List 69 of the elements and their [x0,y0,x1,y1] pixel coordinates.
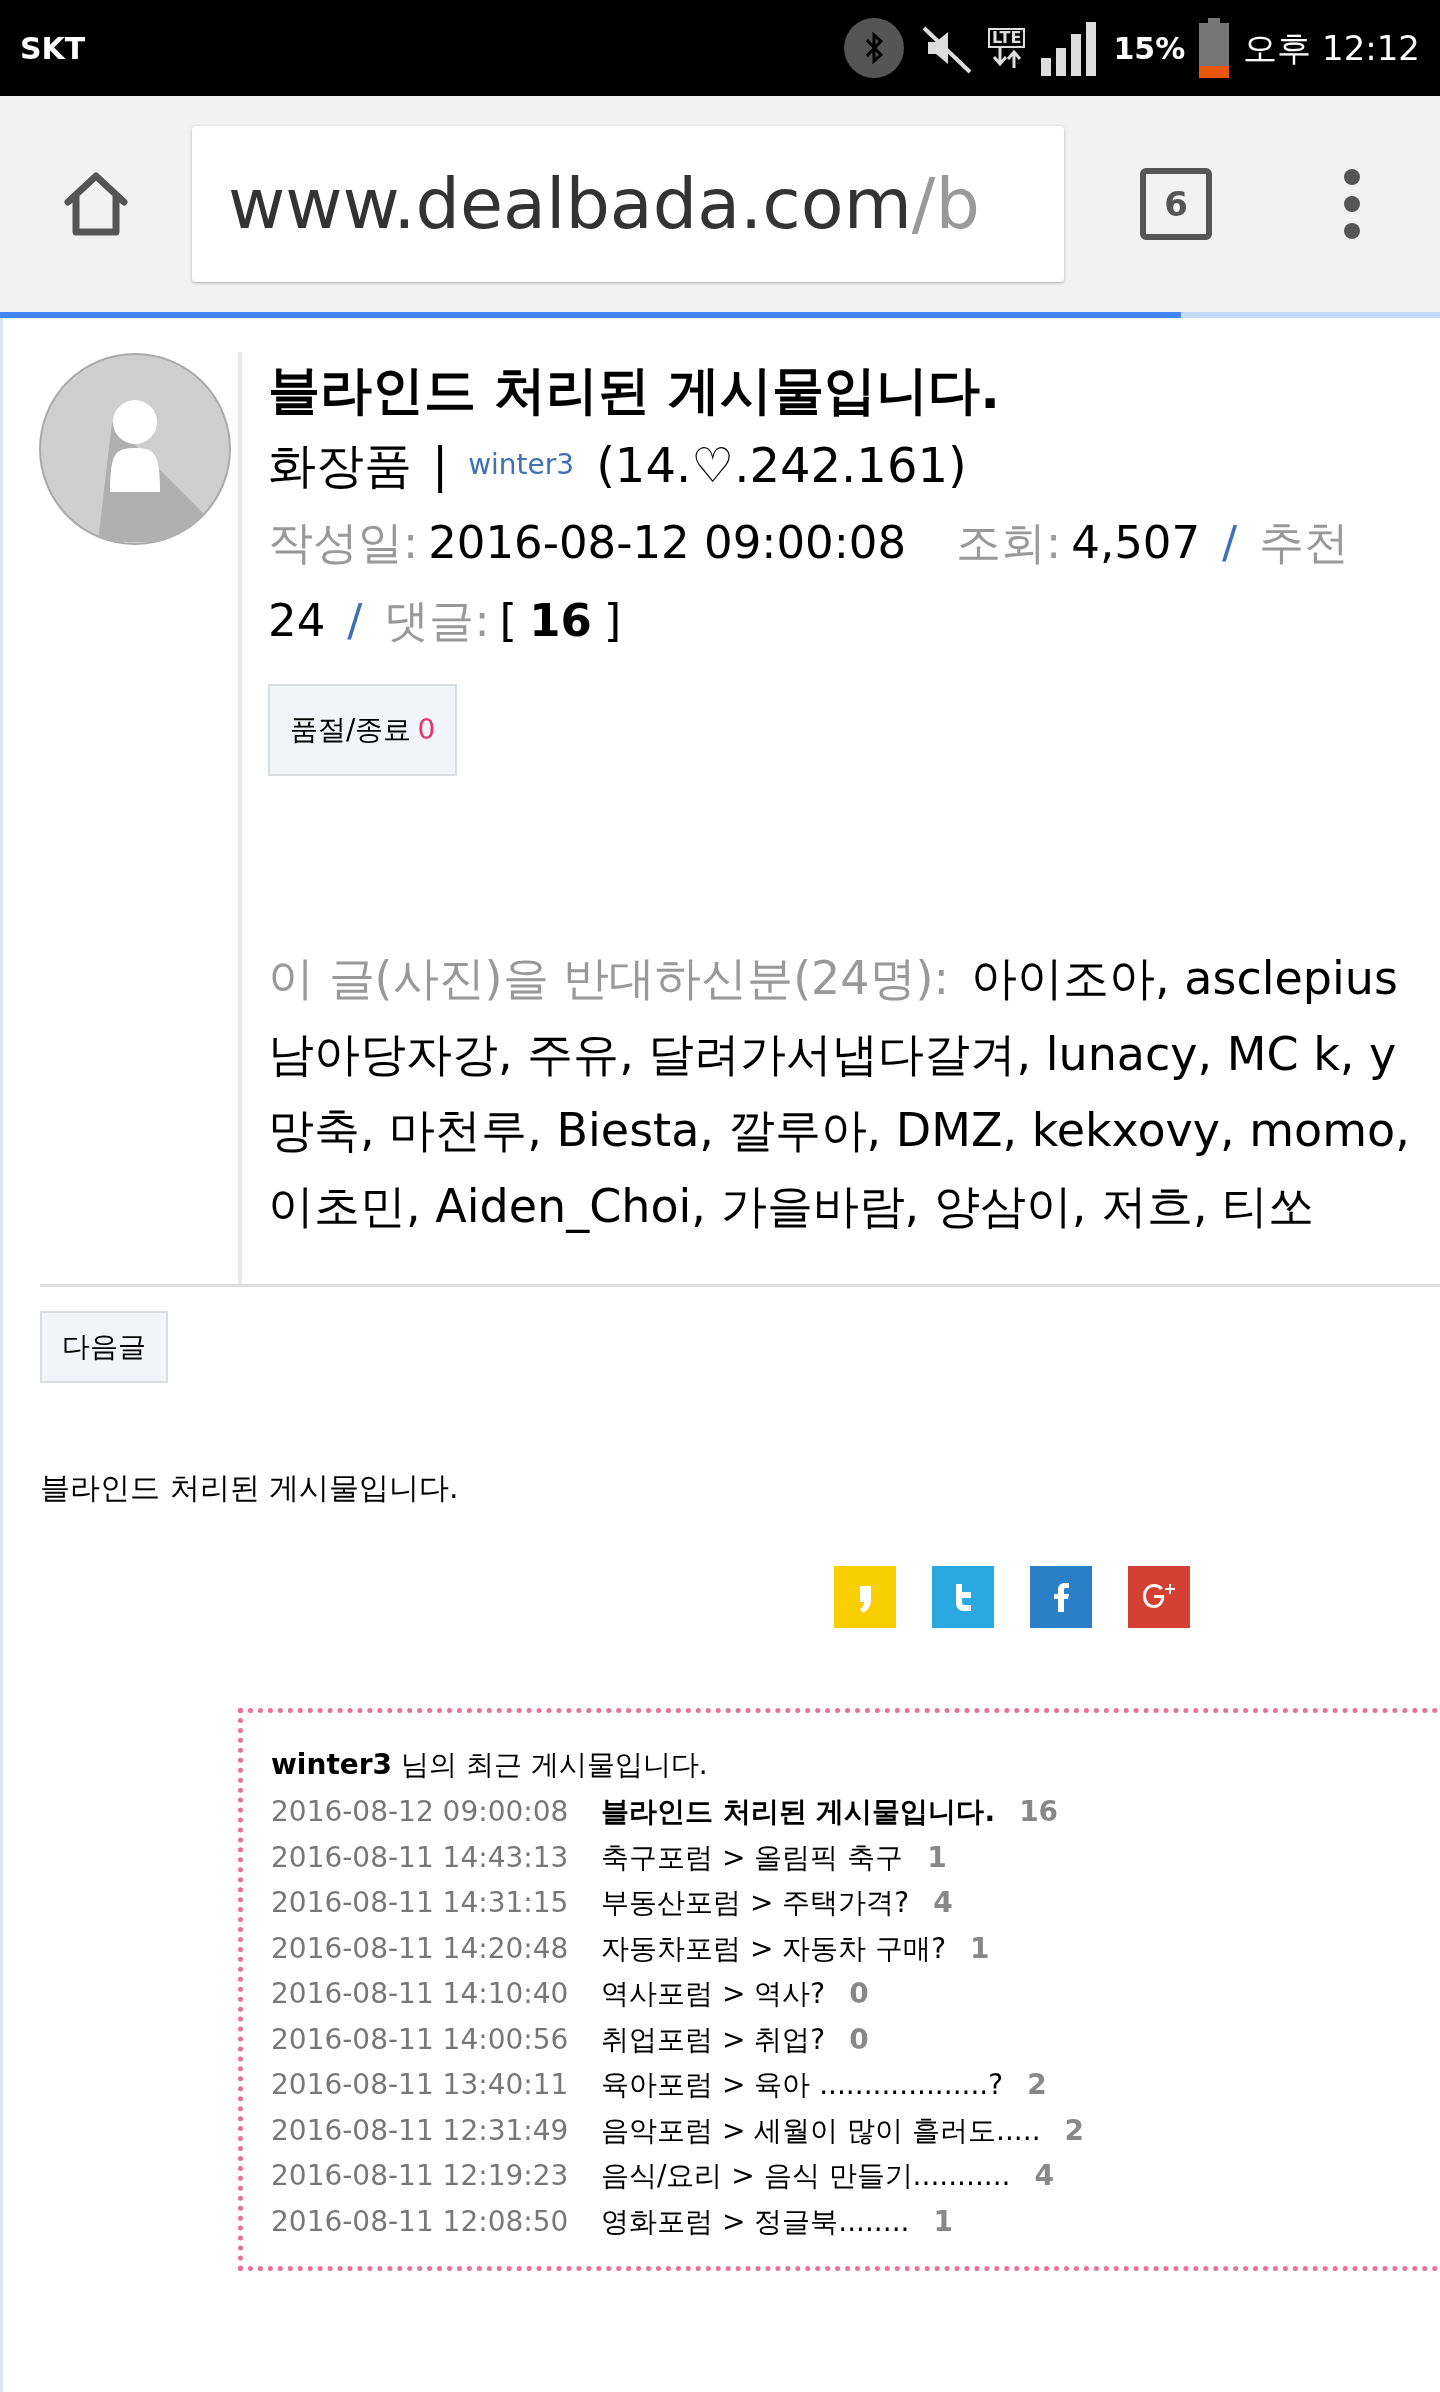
recent-posts-heading: winter3 님의 최근 게시물입니다. [271,1747,709,1783]
post-date: 2016-08-11 12:08:50 [271,2203,570,2240]
comment-count: 1 [970,1930,990,1967]
meta-value: 2016-08-12 09:00:08 [428,515,907,571]
network-type: LTE [988,28,1026,48]
tab-count-button[interactable]: 6 [1140,168,1212,240]
meta-label: 추천 [1259,515,1350,571]
meta-label: 작성일: [268,515,419,571]
t-share-button[interactable] [932,1566,994,1628]
post-link[interactable]: 블라인드 처리된 게시물입니다. [601,1789,996,1835]
ip-address: (14.♡.242.161) [596,436,967,495]
meta-value: 24 [268,593,326,649]
post-body: 블라인드 처리된 게시물입니다. [40,1469,460,1507]
battery-percent: 15% [1113,29,1186,68]
carrier: SKT [20,29,86,68]
bluetooth-icon [844,18,904,78]
post-link[interactable]: 육아포럼 > 육아 ...................? [601,2062,1004,2108]
post-link[interactable]: 축구포럼 > 올림픽 축구 [601,1834,904,1880]
separator: | [432,436,449,495]
opposer-names: 이초민, Aiden_Choi, 가을바람, 양삼이, 저흐, 티쏘 [268,1178,1315,1235]
avatar-icon [38,352,232,546]
meta-value: 4,507 [1071,515,1201,571]
comment-count: 2 [1027,2067,1047,2103]
bracket: ] [603,593,622,649]
post-date: 2016-08-11 14:20:48 [271,1930,570,1967]
post-link[interactable]: 부동산포럼 > 주택가격? [601,1880,910,1926]
post-date: 2016-08-11 12:19:23 [271,2158,570,2194]
comment-count: 4 [933,1885,953,1921]
g-plus-share-button[interactable] [1128,1566,1190,1628]
url-field[interactable]: www.dealbada.com/b [192,126,1064,282]
next-post-button[interactable]: 다음글 [40,1311,168,1383]
comment-count: 0 [849,2021,869,2058]
opposers-label: 이 글(사진)을 반대하신분(24명): [268,950,950,1007]
post-date: 2016-08-11 14:31:15 [271,1885,570,1921]
menu-icon[interactable] [1342,169,1362,239]
post-link[interactable]: 음악포럼 > 세월이 많이 흘러도..... [601,2107,1041,2153]
comment-count: 1 [933,2203,953,2240]
f-share-button[interactable] [1030,1566,1092,1628]
bracket: [ [499,593,518,649]
comment-count: 0 [849,1976,869,2012]
post-category: 화장품 [268,436,412,495]
post-date: 2016-08-11 12:31:49 [271,2112,570,2149]
post-title: 블라인드 처리된 게시물입니다. [268,359,1001,422]
opposer-names: 아이조아, asclepius [971,950,1398,1007]
meta-label: 조회: [956,515,1062,571]
meta-label: 댓글: [384,593,490,649]
comment-count: 4 [1034,2158,1054,2194]
comment-count: 16 [1019,1794,1059,1830]
battery-icon [1199,18,1230,78]
post-link[interactable]: 자동차포럼 > 자동차 구매? [601,1925,947,1971]
comment-count: 2 [1064,2112,1085,2149]
divider-slash: / [1222,515,1238,571]
author-link[interactable]: winter3 [468,426,575,504]
opposer-names: 남아당자강, 주유, 달려가서냅다갈겨, lunacy, MC k, y [268,1026,1397,1083]
post-date: 2016-08-11 14:10:40 [271,1976,570,2012]
post-link[interactable]: 음식/요리 > 음식 만들기........... [601,2153,1011,2199]
post-date: 2016-08-11 14:00:56 [271,2021,570,2058]
post-date: 2016-08-12 09:00:08 [271,1794,570,1830]
post-date: 2016-08-11 14:43:13 [271,1839,570,1876]
comment-count: 16 [529,593,592,649]
sold-out-button[interactable]: 품절/종료 0 [268,684,458,776]
divider-slash: / [347,593,363,649]
post-link[interactable]: 취업포럼 > 취업? [601,2016,826,2062]
post-date: 2016-08-11 13:40:11 [271,2067,570,2103]
comment-count: 1 [927,1839,947,1876]
post-link[interactable]: 역사포럼 > 역사? [601,1971,826,2017]
opposer-names: 망축, 마천루, Biesta, 깔루아, DMZ, kekxovy, momo, [268,1102,1410,1159]
clock: 오후 12:12 [1243,26,1420,70]
post-link[interactable]: 영화포럼 > 정글북........ [601,2198,910,2244]
